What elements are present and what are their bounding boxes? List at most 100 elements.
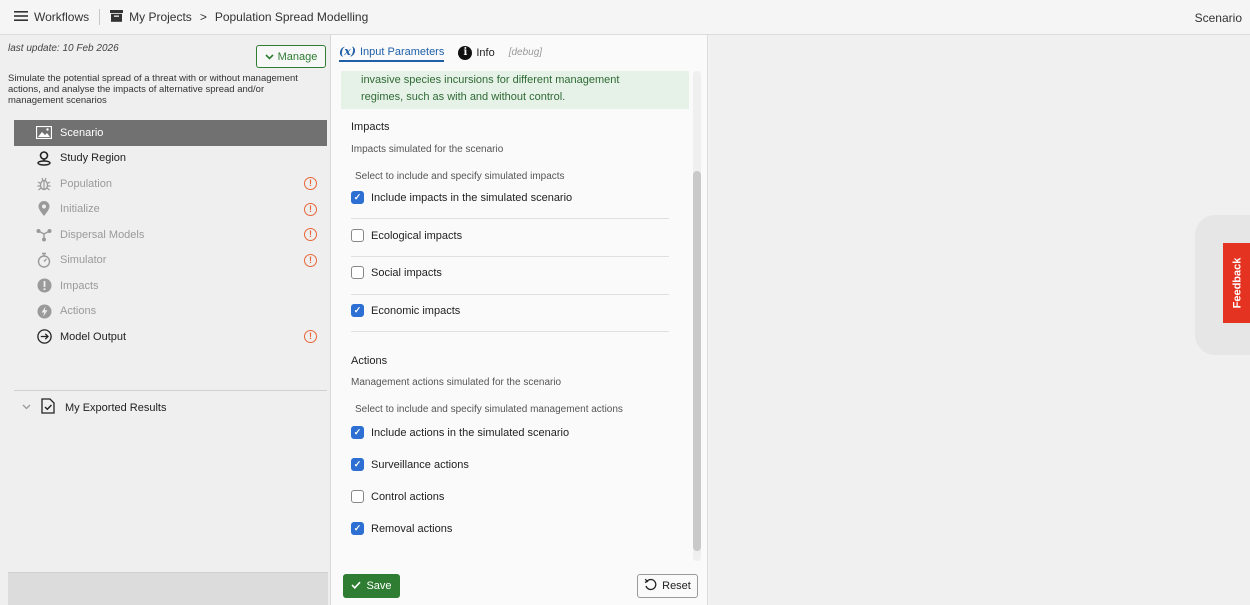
actions-subtitle: Management actions simulated for the sce…: [351, 377, 562, 388]
checkbox-label: Surveillance actions: [371, 458, 469, 471]
image-icon: [36, 125, 52, 141]
nav-item-study-region[interactable]: Study Region: [14, 146, 327, 172]
save-label: Save: [366, 580, 392, 592]
checkbox-checked-icon[interactable]: ✓: [351, 426, 364, 439]
nav-item-actions[interactable]: Actions: [14, 299, 327, 325]
checkbox-unchecked-icon[interactable]: [351, 490, 364, 503]
tab-debug[interactable]: [debug]: [509, 47, 542, 60]
divider: [99, 9, 101, 25]
checkbox-checked-icon[interactable]: ✓: [351, 522, 364, 535]
description-line: invasive species incursions for differen…: [361, 74, 620, 86]
chevron-down-icon: [265, 51, 274, 63]
checkbox-label: Include actions in the simulated scenari…: [371, 426, 570, 439]
checkbox-label: Social impacts: [371, 266, 442, 279]
warning-icon: !: [304, 202, 317, 216]
feedback-button[interactable]: Feedback: [1223, 243, 1250, 323]
sidebar-footer: [8, 572, 328, 605]
check-icon: [351, 580, 362, 592]
workflow-steps: Scenario Study Region Population ! Initi…: [14, 120, 327, 350]
hamburger-icon: [14, 10, 28, 25]
exported-label: My Exported Results: [65, 401, 167, 414]
scrollbar-thumb[interactable]: [693, 171, 701, 551]
nav-item-impacts[interactable]: Impacts: [14, 273, 327, 299]
scenario-description-box: invasive species incursions for differen…: [341, 71, 689, 109]
checkbox-unchecked-icon[interactable]: [351, 229, 364, 242]
checkbox-checked-icon[interactable]: ✓: [351, 458, 364, 471]
nav-label: Actions: [60, 305, 97, 318]
nav-label: Impacts: [60, 279, 99, 292]
manage-label: Manage: [277, 50, 318, 63]
nav-item-model-output[interactable]: Model Output !: [14, 324, 327, 350]
manage-button[interactable]: Manage: [256, 45, 326, 68]
warning-icon: !: [304, 228, 317, 241]
workflows-menu[interactable]: Workflows: [14, 10, 89, 25]
nav-label: Simulator: [60, 254, 107, 267]
lightning-icon: [36, 303, 52, 319]
parameters-scroll-area[interactable]: invasive species incursions for differen…: [339, 71, 693, 561]
include-actions-checkbox[interactable]: ✓ Include actions in the simulated scena…: [351, 426, 669, 439]
file-check-icon: [41, 398, 55, 417]
checkbox-checked-icon[interactable]: ✓: [351, 304, 364, 317]
tab-label: Info: [476, 46, 495, 59]
description-line: regimes, such as with and without contro…: [361, 91, 566, 103]
reset-label: Reset: [662, 580, 691, 592]
exported-results-toggle[interactable]: My Exported Results: [22, 398, 166, 417]
nav-label: Model Output: [60, 330, 127, 343]
checkbox-label: Include impacts in the simulated scenari…: [371, 191, 573, 204]
include-impacts-checkbox[interactable]: ✓ Include impacts in the simulated scena…: [351, 191, 669, 204]
impacts-subtitle: Impacts simulated for the scenario: [351, 144, 504, 155]
nav-item-initialize[interactable]: Initialize !: [14, 197, 327, 223]
feedback-label: Feedback: [1231, 257, 1243, 309]
workflows-label: Workflows: [34, 10, 90, 24]
nav-label: Initialize: [60, 203, 100, 216]
current-view-label: Scenario: [1194, 10, 1242, 25]
checkbox-checked-icon[interactable]: ✓: [351, 191, 364, 204]
divider: [351, 294, 669, 295]
reset-icon: [644, 578, 657, 594]
nav-item-population[interactable]: Population !: [14, 171, 327, 197]
breadcrumb-current-project[interactable]: Population Spread Modelling: [215, 10, 368, 24]
location-icon: [36, 201, 52, 217]
save-button[interactable]: Save: [343, 574, 400, 598]
bug-icon: [36, 176, 52, 192]
scrollbar[interactable]: [693, 71, 701, 561]
checkbox-unchecked-icon[interactable]: [351, 266, 364, 279]
actions-help: Select to include and specify simulated …: [355, 404, 623, 415]
checkbox-label: Control actions: [371, 490, 445, 503]
breadcrumb-projects[interactable]: My Projects: [110, 9, 192, 25]
panel-tabs: (x) Input Parameters i Info [debug]: [339, 45, 542, 62]
nav-label: Study Region: [60, 152, 127, 165]
surveillance-actions-checkbox[interactable]: ✓ Surveillance actions: [351, 458, 669, 471]
last-update: last update: 10 Feb 2026: [8, 43, 119, 54]
variable-icon: (x): [339, 45, 356, 58]
control-actions-checkbox[interactable]: Control actions: [351, 490, 669, 503]
tab-label: Input Parameters: [359, 45, 445, 58]
economic-impacts-checkbox[interactable]: ✓ Economic impacts: [351, 304, 669, 317]
projects-label: My Projects: [129, 10, 192, 24]
nav-label: Dispersal Models: [60, 228, 145, 241]
archive-icon: [110, 9, 124, 25]
nav-item-simulator[interactable]: Simulator !: [14, 248, 327, 274]
nav-item-dispersal-models[interactable]: Dispersal Models !: [14, 222, 327, 248]
tab-input-parameters[interactable]: (x) Input Parameters: [339, 45, 445, 62]
tab-label: [debug]: [508, 47, 543, 58]
social-impacts-checkbox[interactable]: Social impacts: [351, 266, 669, 279]
ecological-impacts-checkbox[interactable]: Ecological impacts: [351, 229, 669, 242]
chevron-down-icon: [22, 402, 31, 413]
impacts-title: Impacts: [351, 121, 390, 133]
tab-info[interactable]: i Info: [458, 45, 495, 62]
chevron-right-icon: >: [199, 10, 207, 24]
map-pin-icon: [36, 150, 52, 166]
reset-button[interactable]: Reset: [637, 574, 698, 598]
alert-icon: [36, 278, 52, 294]
top-bar: Workflows My Projects > Population Sprea…: [0, 0, 1250, 35]
removal-actions-checkbox[interactable]: ✓ Removal actions: [351, 522, 669, 535]
parameters-panel: (x) Input Parameters i Info [debug] inva…: [331, 35, 708, 605]
timer-icon: [36, 252, 52, 268]
network-icon: [36, 227, 52, 243]
map-canvas[interactable]: Feedback: [709, 35, 1250, 605]
checkbox-label: Economic impacts: [371, 304, 461, 317]
checkbox-label: Ecological impacts: [371, 229, 463, 242]
workflow-description: Simulate the potential spread of a threa…: [8, 73, 298, 106]
nav-item-scenario[interactable]: Scenario: [14, 120, 327, 146]
